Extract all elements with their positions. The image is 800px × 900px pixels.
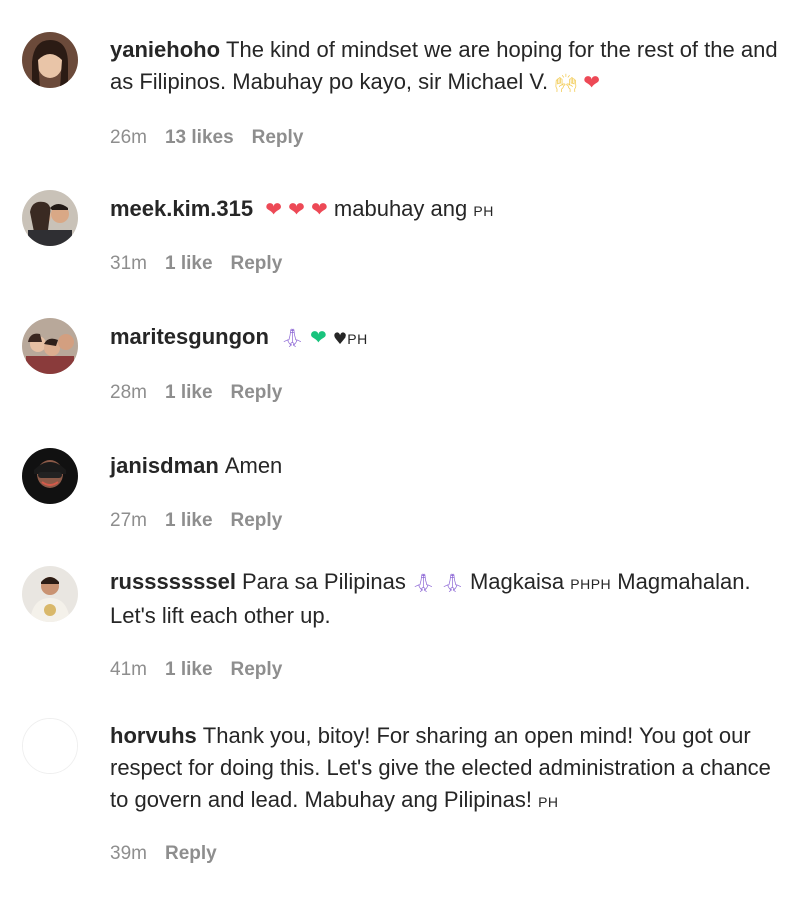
reply-button[interactable]: Reply [231,382,283,404]
comment-body: Amen [224,453,283,478]
reply-button[interactable]: Reply [231,253,283,275]
comment-text: janisdman Amen [110,450,790,482]
praying-hands-icon: 🙏︎ [440,573,464,594]
comment-likes[interactable]: 1 like [165,659,213,681]
comment-meta: 26m 13 likes Reply [110,127,321,149]
comment-username[interactable]: maritesgungon [110,324,269,349]
comment-username[interactable]: janisdman [110,453,219,478]
comment-text: horvuhs Thank you, bitoy! For sharing an … [110,720,790,818]
avatar[interactable] [22,32,78,88]
comment-likes[interactable]: 1 like [165,253,213,275]
comment-time[interactable]: 41m [110,659,147,681]
flag-text: PH [347,331,368,347]
comment-meta: 28m 1 like Reply [110,382,300,404]
comment-meta: 39m Reply [110,843,235,865]
reply-button[interactable]: Reply [252,127,304,149]
comment-time[interactable]: 28m [110,382,147,404]
avatar[interactable] [22,190,78,246]
comment-username[interactable]: meek.kim.315 [110,196,253,221]
comment-text: maritesgungon 🙏︎ ❤ ♥PH [110,321,790,355]
comment-body: Thank you, bitoy! For sharing an open mi… [110,723,771,812]
raising-hands-icon: 🙌︎ [554,73,578,94]
comment-meta: 31m 1 like Reply [110,253,300,275]
comment-likes[interactable]: 1 like [165,510,213,532]
comment-body: mabuhay ang [333,196,468,221]
avatar[interactable] [22,718,78,774]
comment-body: Magkaisa [469,569,565,594]
comment-text: russsssssel Para sa Pilipinas 🙏︎ 🙏︎ Magka… [110,566,790,632]
comment-likes[interactable]: 13 likes [165,127,234,149]
avatar[interactable] [22,318,78,374]
comment-username[interactable]: russsssssel [110,569,236,594]
comment-time[interactable]: 26m [110,127,147,149]
reply-button[interactable]: Reply [231,659,283,681]
reply-button[interactable]: Reply [231,510,283,532]
comment-time[interactable]: 31m [110,253,147,275]
comment-text: meek.kim.315 ❤ ❤ ❤ mabuhay ang PH [110,193,790,227]
flag-text: PHPH [570,576,612,592]
red-heart-icon: ❤ [583,70,601,94]
comment-time[interactable]: 39m [110,843,147,865]
comment-time[interactable]: 27m [110,510,147,532]
red-heart-icon: ❤ [265,197,282,221]
comment-meta: 41m 1 like Reply [110,659,300,681]
flag-text: PH [538,794,559,810]
black-heart-icon: ♥ [332,329,348,348]
avatar[interactable] [22,448,78,504]
comment-likes[interactable]: 1 like [165,382,213,404]
comment-body: Para sa Pilipinas [242,569,406,594]
red-heart-icon: ❤ [288,197,305,221]
red-heart-icon: ❤ [311,197,328,221]
comment-username[interactable]: yaniehoho [110,37,220,62]
green-heart-icon: ❤ [310,325,327,349]
comment-text: yaniehoho The kind of mindset we are hopi… [110,34,790,100]
reply-button[interactable]: Reply [165,843,217,865]
flag-text: PH [473,203,494,219]
comment-username[interactable]: horvuhs [110,723,197,748]
praying-hands-icon: 🙏︎ [412,573,435,594]
comment-meta: 27m 1 like Reply [110,510,300,532]
praying-hands-icon: 🙏︎ [281,328,304,349]
avatar[interactable] [22,566,78,622]
